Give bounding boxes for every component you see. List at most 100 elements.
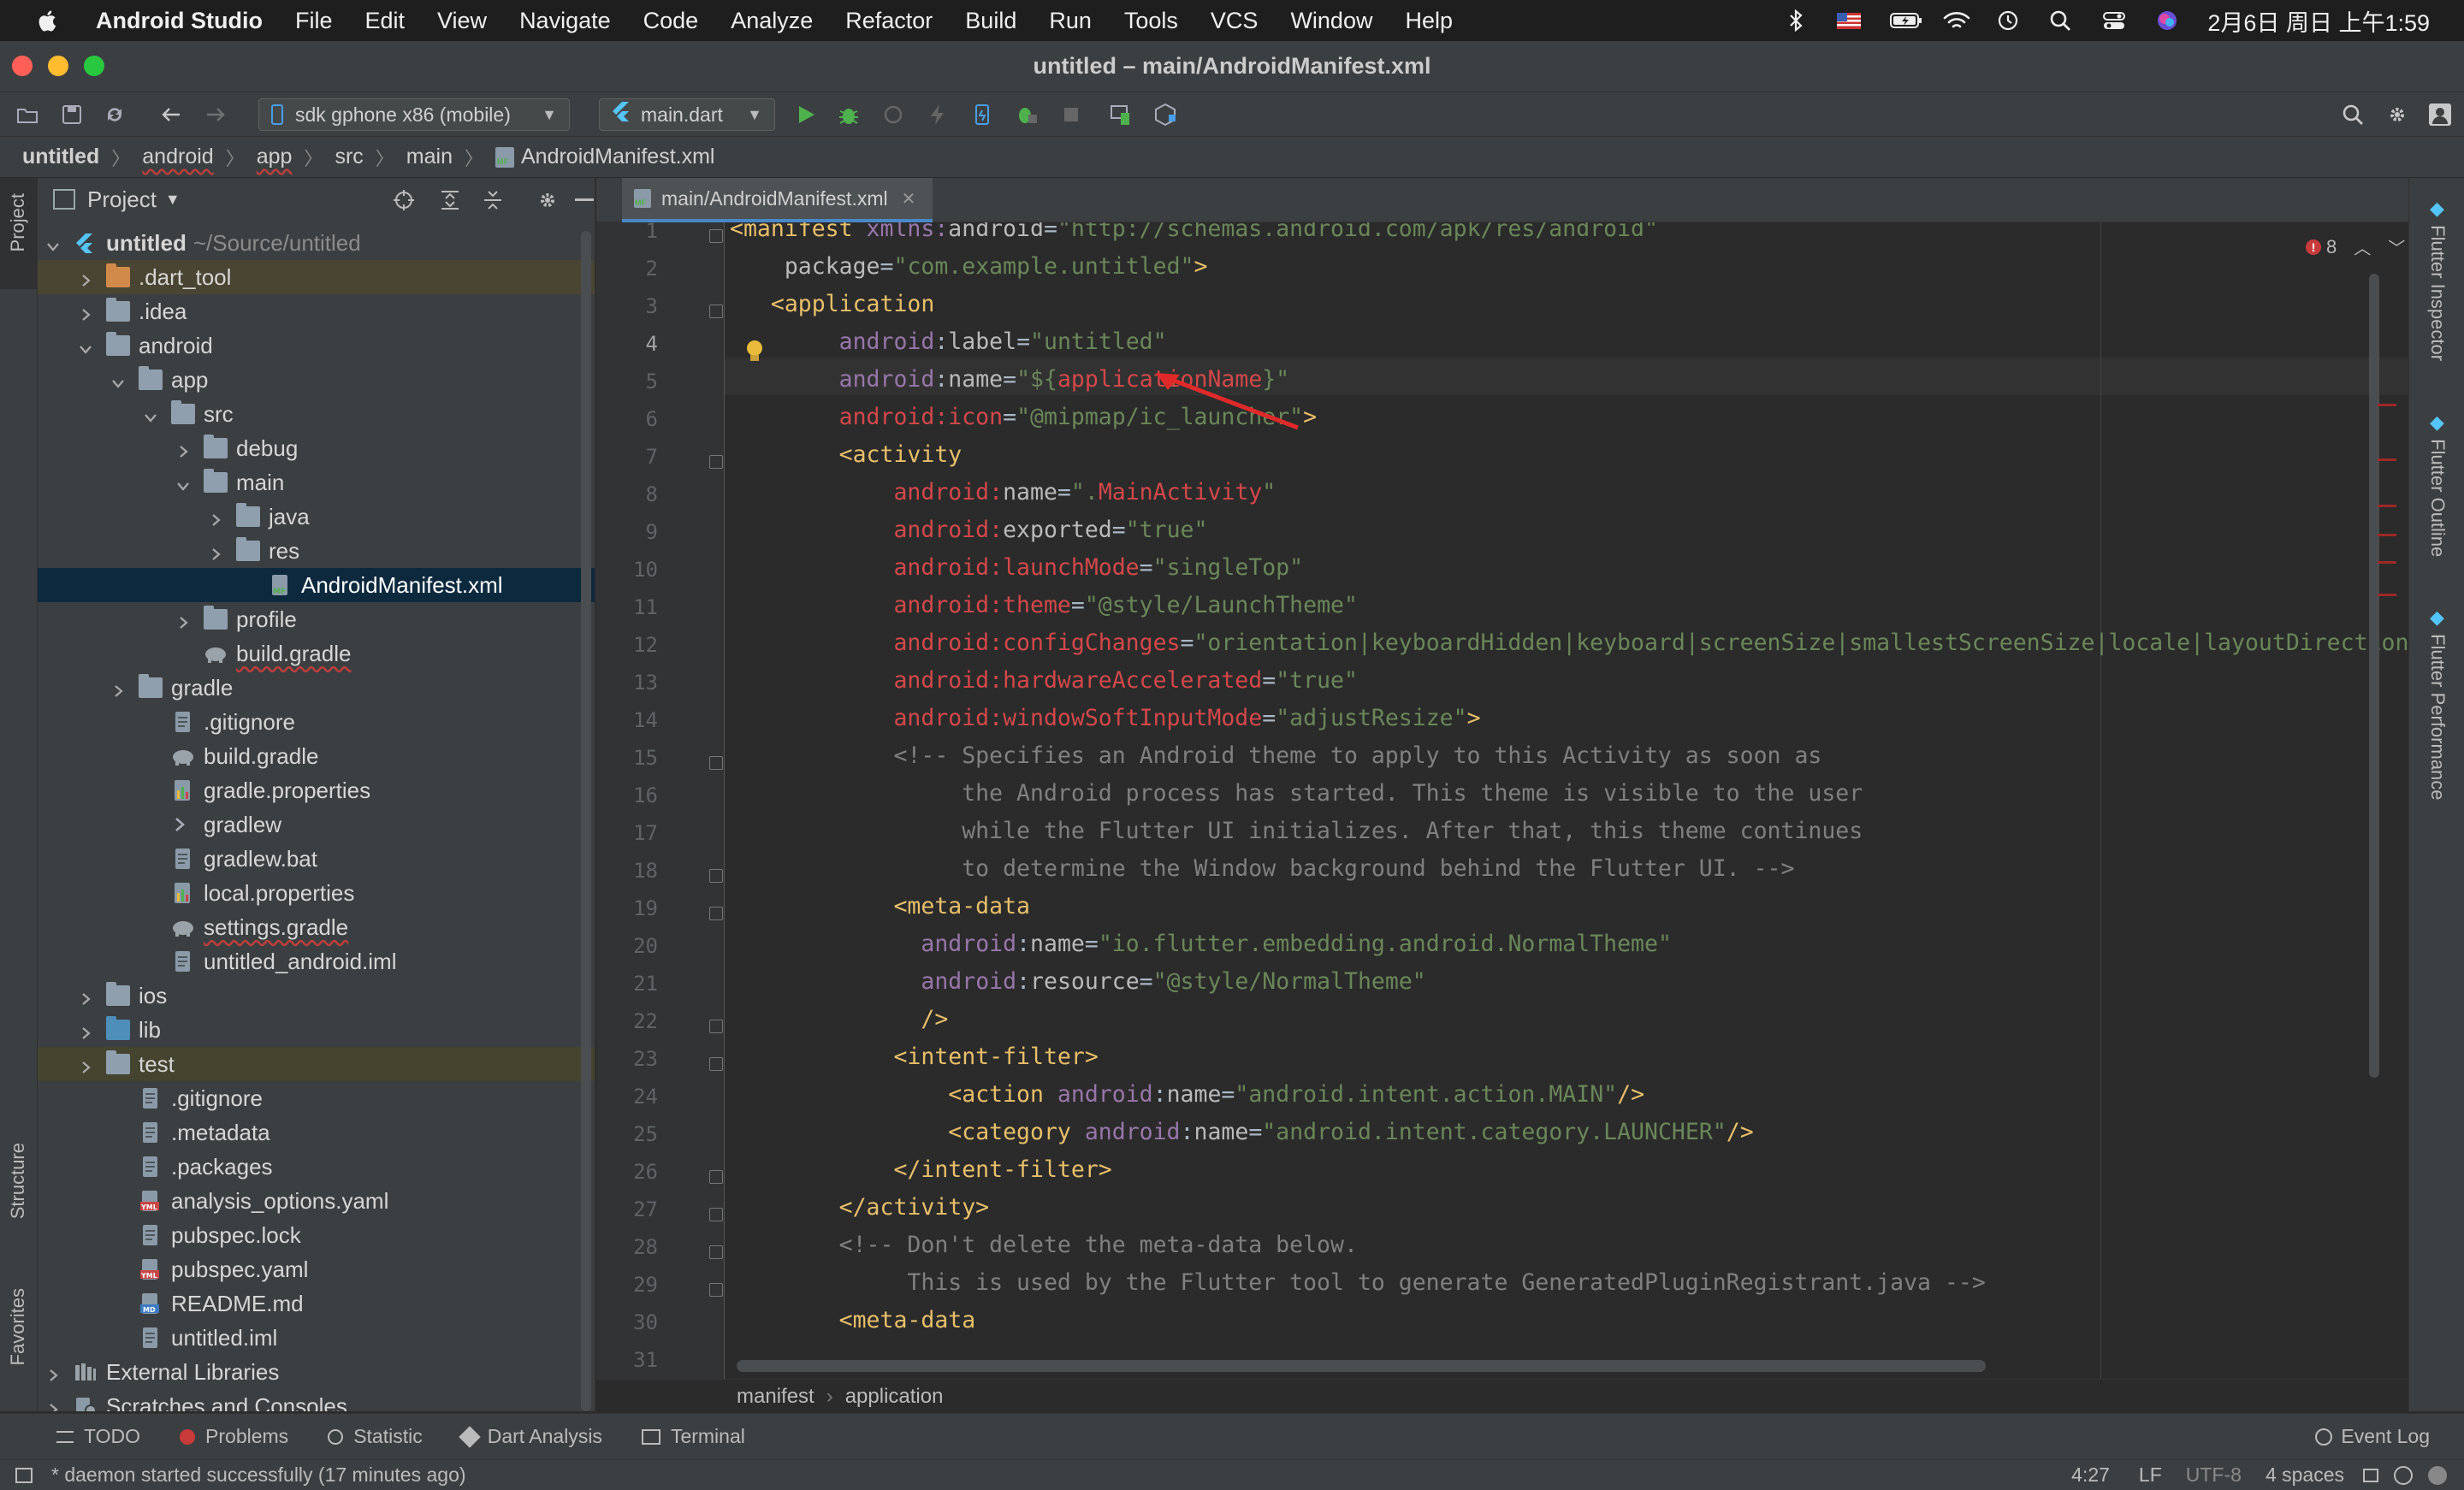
fold-marker-icon[interactable] [709, 1208, 723, 1221]
editor-crumb-application[interactable]: application [845, 1385, 944, 1409]
debug-icon[interactable] [837, 103, 861, 127]
locate-file-icon[interactable] [392, 188, 416, 218]
menu-tools[interactable]: Tools [1124, 8, 1178, 34]
search-everywhere-icon[interactable] [2341, 103, 2365, 127]
line-number[interactable]: 15 [596, 746, 658, 770]
code-line[interactable]: android:name="io.flutter.embedding.andro… [730, 925, 1672, 963]
line-number[interactable]: 3 [596, 294, 658, 318]
chevron-right-icon[interactable] [207, 542, 224, 560]
tree-item[interactable]: settings.gradle [38, 910, 595, 944]
next-error-icon[interactable]: ﹀ [2388, 234, 2405, 259]
chevron-right-icon[interactable] [77, 1055, 94, 1073]
menu-build[interactable]: Build [965, 8, 1016, 34]
menu-help[interactable]: Help [1405, 8, 1453, 34]
tree-item[interactable]: gradle [38, 671, 595, 705]
menu-analyze[interactable]: Analyze [731, 8, 813, 34]
indent-setting[interactable]: 4 spaces [2266, 1463, 2344, 1487]
chevron-down-icon[interactable] [142, 405, 159, 423]
bluetooth-icon[interactable] [1783, 9, 1809, 33]
sdk-manager-icon[interactable] [1153, 103, 1177, 127]
code-line[interactable]: android:hardwareAccelerated="true" [730, 662, 1357, 700]
lock-icon[interactable] [2363, 1468, 2378, 1482]
tree-item[interactable]: MD README.md [38, 1286, 595, 1321]
editor-horizontal-scrollbar[interactable] [737, 1360, 1986, 1372]
spotlight-search-icon[interactable] [2048, 9, 2074, 32]
code-line[interactable]: android:windowSoftInputMode="adjustResiz… [730, 700, 1480, 737]
tree-item[interactable]: gradle.properties [38, 773, 595, 807]
code-line[interactable]: <intent-filter> [730, 1038, 1098, 1076]
expand-all-icon[interactable] [438, 188, 462, 218]
menu-edit[interactable]: Edit [364, 8, 405, 34]
panel-settings-gear-icon[interactable] [536, 188, 560, 218]
fold-marker-icon[interactable] [709, 1245, 723, 1259]
tree-item[interactable]: app [38, 363, 595, 397]
fold-marker-icon[interactable] [709, 1170, 723, 1184]
tree-item[interactable]: gradlew [38, 807, 595, 842]
fold-marker-icon[interactable] [709, 1283, 723, 1297]
code-line[interactable]: <!-- Don't delete the meta-data below. [730, 1227, 1358, 1264]
fold-marker-icon[interactable] [709, 305, 723, 318]
hide-panel-icon[interactable] [575, 198, 594, 201]
tree-item[interactable]: untitled_android.iml [38, 944, 595, 979]
fold-marker-icon[interactable] [709, 869, 723, 883]
chevron-right-icon[interactable] [77, 303, 94, 321]
us-flag-icon[interactable] [1836, 9, 1862, 32]
line-number[interactable]: 16 [596, 783, 658, 807]
breadcrumb-app[interactable]: app [257, 145, 293, 169]
editor-vertical-scrollbar[interactable] [2369, 274, 2379, 1078]
chevron-right-icon[interactable] [77, 1021, 94, 1039]
chevron-right-icon[interactable] [77, 987, 94, 1005]
fold-marker-icon[interactable] [709, 1057, 723, 1071]
line-number[interactable]: 9 [596, 520, 658, 544]
code-line[interactable]: android:theme="@style/LaunchTheme" [730, 587, 1357, 624]
tree-item[interactable]: ios [38, 979, 595, 1013]
chevron-down-icon[interactable] [175, 474, 192, 491]
menu-window[interactable]: Window [1290, 8, 1372, 34]
code-line[interactable]: </activity> [730, 1189, 990, 1227]
apple-logo-icon[interactable] [34, 7, 62, 34]
line-number[interactable]: 21 [596, 972, 658, 996]
code-line[interactable]: while the Flutter UI initializes. After … [730, 813, 1863, 850]
code-line[interactable]: to determine the Window background behin… [730, 850, 1794, 888]
line-number[interactable]: 23 [596, 1047, 658, 1071]
code-line[interactable]: the Android process has started. This th… [730, 775, 1863, 813]
line-number[interactable]: 10 [596, 558, 658, 582]
menu-run[interactable]: Run [1049, 8, 1092, 34]
breadcrumb-untitled[interactable]: untitled [22, 145, 99, 169]
tree-item[interactable]: res [38, 534, 595, 568]
dart-analysis-tool-button[interactable]: Dart Analysis [458, 1425, 602, 1448]
project-tree-scrollbar[interactable] [581, 231, 591, 1411]
code-line[interactable]: This is used by the Flutter tool to gene… [730, 1264, 1985, 1302]
profile-icon[interactable] [1015, 103, 1039, 127]
tree-item[interactable]: External Libraries [38, 1355, 595, 1389]
tab-android-manifest[interactable]: MF main/AndroidManifest.xml ✕ [622, 178, 933, 222]
tree-item[interactable]: pubspec.lock [38, 1218, 595, 1252]
tree-item[interactable]: local.properties [38, 876, 595, 910]
previous-error-icon[interactable]: ︿ [2354, 234, 2371, 259]
caret-position[interactable]: 4:27 [2071, 1463, 2110, 1487]
menu-navigate[interactable]: Navigate [519, 8, 611, 34]
code-line[interactable]: <action android:name="android.intent.act… [730, 1076, 1644, 1114]
line-number[interactable]: 19 [596, 896, 658, 920]
code-line[interactable]: </intent-filter> [730, 1151, 1111, 1189]
tree-item[interactable]: .metadata [38, 1115, 595, 1150]
chevron-down-icon[interactable] [44, 234, 62, 251]
tree-item[interactable]: main [38, 465, 595, 500]
code-editor[interactable]: 1 2 3 4 5 6 7 8 9 10 11 12 13 14 15 16 17 18 19 20 21 22 23 24 2… [596, 222, 2408, 1386]
battery-icon[interactable] [1889, 9, 1922, 32]
todo-tool-button[interactable]: TODO [56, 1425, 140, 1448]
attach-debugger-icon[interactable] [881, 103, 905, 127]
flutter-performance-tab[interactable]: ◆ Flutter Performance [2426, 607, 2449, 801]
chevron-right-icon[interactable] [175, 440, 192, 458]
sync-icon[interactable] [103, 103, 127, 127]
menu-view[interactable]: View [437, 8, 487, 34]
event-log-button[interactable]: Event Log [2315, 1425, 2430, 1448]
line-number[interactable]: 5 [596, 370, 658, 393]
project-view-selector[interactable]: Project [87, 186, 157, 213]
toggle-tool-windows-icon[interactable] [15, 1467, 33, 1483]
menu-refactor[interactable]: Refactor [845, 8, 933, 34]
line-number[interactable]: 25 [596, 1122, 658, 1146]
structure-tool-tab[interactable]: Structure [7, 1143, 29, 1219]
chevron-right-icon[interactable] [77, 269, 94, 287]
favorites-tool-tab[interactable]: Favorites [7, 1288, 29, 1365]
